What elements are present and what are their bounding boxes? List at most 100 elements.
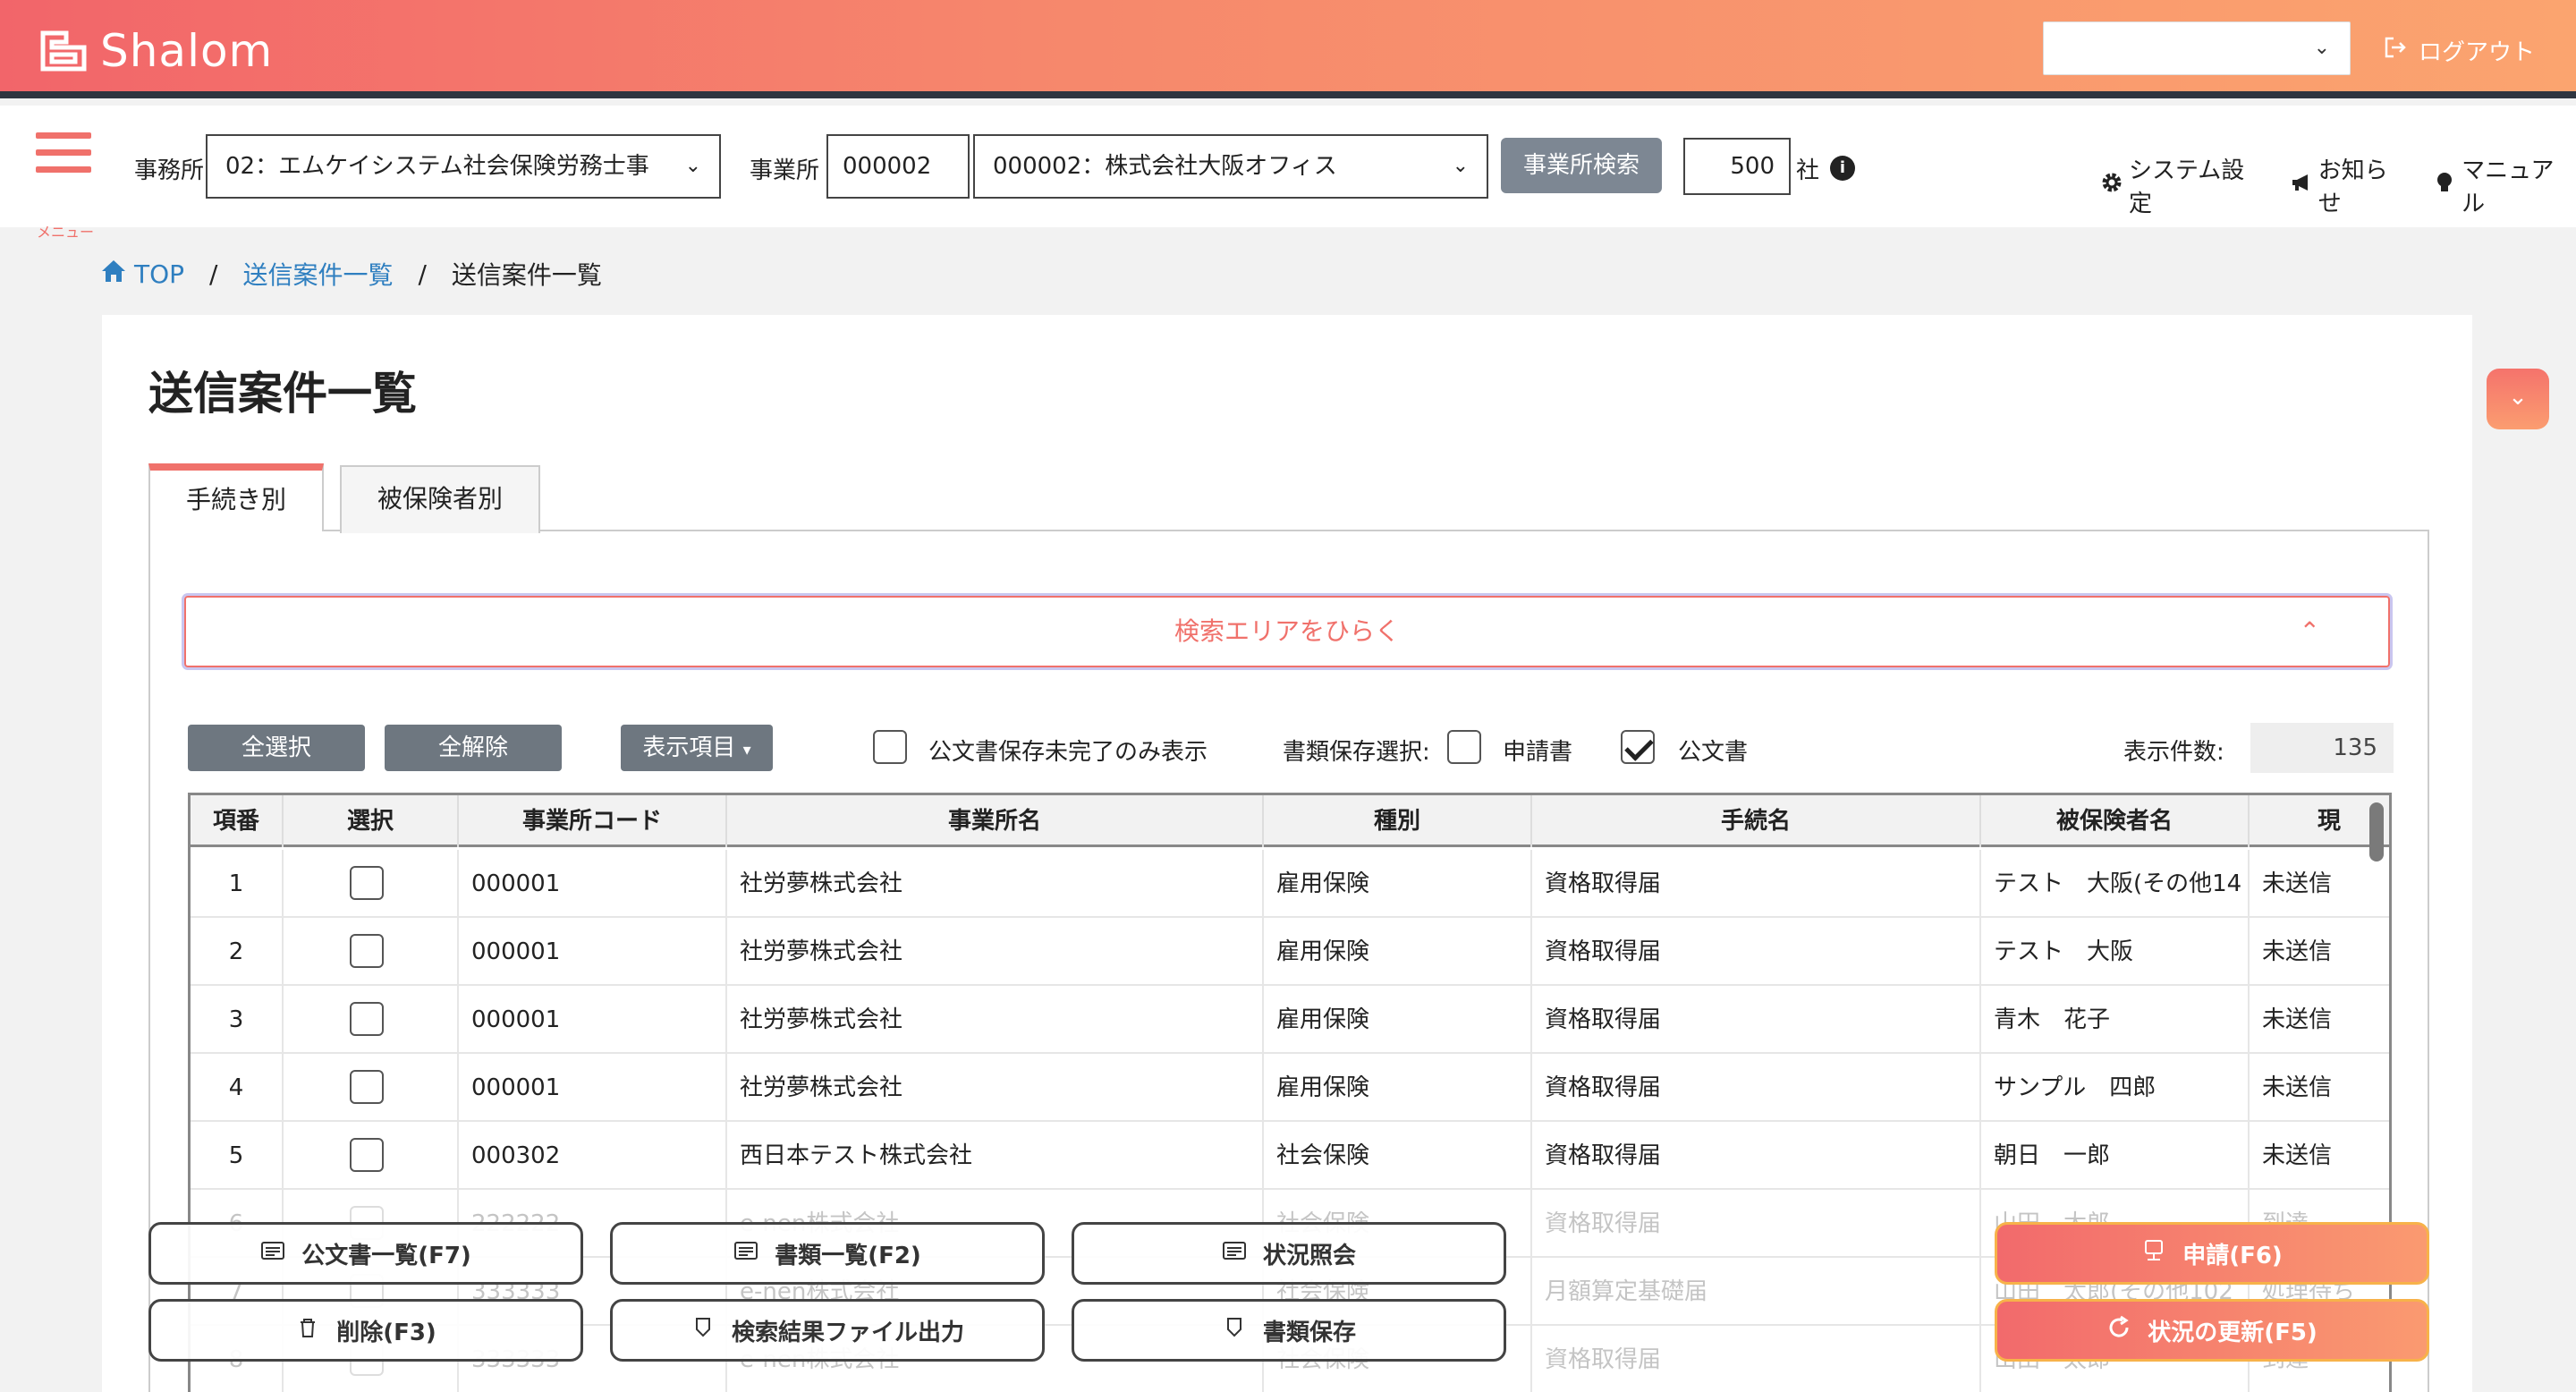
manual-label: マニュアル bbox=[2462, 157, 2555, 217]
cell-insured: テスト 大阪 bbox=[1981, 918, 2250, 986]
cell-site-name: 社労夢株式会社 bbox=[727, 850, 1264, 918]
header-procedure[interactable]: 手続名 bbox=[1532, 795, 1981, 847]
top-bar: Shalom ⌄ ログアウト bbox=[0, 0, 2576, 98]
cell-procedure: 資格取得届 bbox=[1532, 1190, 1981, 1258]
cell-insured: 青木 花子 bbox=[1981, 986, 2250, 1054]
table-header: 項番 選択 事業所コード 事業所名 種別 手続名 被保険者名 現 bbox=[191, 795, 2389, 847]
office-label: 事務所 bbox=[134, 157, 205, 184]
table-row[interactable]: 5 000302 西日本テスト株式会社 社会保険 資格取得届 朝日 一郎 未送信 bbox=[191, 1122, 2389, 1190]
deselect-all-button[interactable]: 全解除 bbox=[385, 725, 562, 771]
select-all-button[interactable]: 全選択 bbox=[188, 725, 365, 771]
header-site-name[interactable]: 事業所名 bbox=[727, 795, 1264, 847]
row-checkbox[interactable] bbox=[350, 866, 384, 900]
system-settings-link[interactable]: システム設定 bbox=[2100, 152, 2267, 218]
row-checkbox[interactable] bbox=[350, 1138, 384, 1172]
application-label: 申請書 bbox=[1503, 739, 1573, 766]
home-icon bbox=[100, 259, 127, 290]
official-doc-list-button[interactable]: 公文書一覧(F7) bbox=[148, 1222, 583, 1285]
cell-no: 2 bbox=[191, 918, 284, 986]
cell-site-code: 000001 bbox=[459, 1054, 727, 1122]
company-unit: 社 bbox=[1796, 157, 1820, 184]
breadcrumb-link[interactable]: 送信案件一覧 bbox=[242, 256, 393, 292]
doc-save-button[interactable]: 書類保存 bbox=[1072, 1299, 1506, 1362]
breadcrumb-home[interactable]: TOP bbox=[100, 259, 184, 290]
status-inquiry-button[interactable]: 状況照会 bbox=[1072, 1222, 1506, 1285]
cell-procedure: 資格取得届 bbox=[1532, 1122, 1981, 1190]
row-checkbox[interactable] bbox=[350, 1002, 384, 1036]
manual-link[interactable]: マニュアル bbox=[2433, 152, 2576, 218]
cell-site-name: 社労夢株式会社 bbox=[727, 918, 1264, 986]
breadcrumb-separator: / bbox=[418, 259, 427, 289]
table-scrollbar[interactable] bbox=[2369, 802, 2384, 862]
table-row[interactable]: 1 000001 社労夢株式会社 雇用保険 資格取得届 テスト 大阪(その他14… bbox=[191, 850, 2389, 918]
company-count-input[interactable]: 500 bbox=[1683, 138, 1791, 195]
display-items-button[interactable]: 表示項目 ▾ bbox=[621, 725, 773, 771]
cell-procedure: 資格取得届 bbox=[1532, 986, 1981, 1054]
doc-list-button[interactable]: 書類一覧(F2) bbox=[610, 1222, 1045, 1285]
doc-list-label: 書類一覧(F2) bbox=[775, 1242, 921, 1269]
cell-procedure: 資格取得届 bbox=[1532, 1054, 1981, 1122]
tab-by-insured[interactable]: 被保険者別 bbox=[340, 465, 540, 533]
cell-insured: テスト 大阪(その他14 bbox=[1981, 850, 2250, 918]
page-title: 送信案件一覧 bbox=[148, 368, 417, 420]
apply-label: 申請(F6) bbox=[2182, 1242, 2283, 1269]
cell-status: 未送信 bbox=[2250, 1122, 2389, 1190]
only-incomplete-checkbox[interactable] bbox=[873, 730, 907, 764]
display-items-label: 表示項目 bbox=[642, 734, 736, 761]
header-category[interactable]: 種別 bbox=[1264, 795, 1532, 847]
logout-label: ログアウト bbox=[2419, 39, 2536, 66]
site-code-input[interactable]: 000002 bbox=[826, 134, 970, 199]
header-select[interactable]: 選択 bbox=[284, 795, 459, 847]
row-checkbox[interactable] bbox=[350, 934, 384, 968]
office-select[interactable]: 02：エムケイシステム社会保険労務士事 ⌄ bbox=[206, 134, 721, 199]
menu-button[interactable]: メニュー bbox=[36, 132, 94, 241]
row-checkbox[interactable] bbox=[350, 1070, 384, 1104]
refresh-status-button[interactable]: 状況の更新(F5) bbox=[1995, 1299, 2429, 1362]
application-checkbox[interactable] bbox=[1447, 730, 1481, 764]
header-insured[interactable]: 被保険者名 bbox=[1981, 795, 2250, 847]
delete-label: 削除(F3) bbox=[336, 1319, 436, 1346]
cell-category: 雇用保険 bbox=[1264, 850, 1532, 918]
hamburger-icon-bar bbox=[36, 166, 91, 173]
export-results-label: 検索結果ファイル出力 bbox=[731, 1319, 964, 1346]
cell-no: 5 bbox=[191, 1122, 284, 1190]
search-area-toggle[interactable]: 検索エリアをひらく ⌃ bbox=[184, 596, 2390, 667]
doc-save-label: 書類保存選択: bbox=[1283, 739, 1430, 766]
header-site-code[interactable]: 事業所コード bbox=[459, 795, 727, 847]
cell-category: 雇用保険 bbox=[1264, 1054, 1532, 1122]
tab-by-procedure[interactable]: 手続き別 bbox=[148, 463, 324, 531]
official-doc-checkbox[interactable] bbox=[1621, 730, 1655, 764]
header-no[interactable]: 項番 bbox=[191, 795, 284, 847]
refresh-status-label: 状況の更新(F5) bbox=[2148, 1319, 2318, 1346]
site-search-button[interactable]: 事業所検索 bbox=[1501, 138, 1662, 193]
cell-site-code: 000302 bbox=[459, 1122, 727, 1190]
caret-down-icon: ▾ bbox=[742, 741, 751, 760]
scroll-down-button[interactable]: ⌄ bbox=[2487, 369, 2549, 429]
cell-site-code: 000001 bbox=[459, 918, 727, 986]
breadcrumb-top: TOP bbox=[134, 259, 185, 289]
cell-insured: 朝日 一郎 bbox=[1981, 1122, 2250, 1190]
menu-label: メニュー bbox=[36, 224, 94, 241]
apply-button[interactable]: 申請(F6) bbox=[1995, 1222, 2429, 1285]
cell-site-name: 西日本テスト株式会社 bbox=[727, 1122, 1264, 1190]
table-row[interactable]: 2 000001 社労夢株式会社 雇用保険 資格取得届 テスト 大阪 未送信 bbox=[191, 918, 2389, 986]
site-select-value: 000002：株式会社大阪オフィス bbox=[993, 153, 1337, 180]
site-label: 事業所 bbox=[750, 157, 820, 184]
cell-category: 社会保険 bbox=[1264, 1122, 1532, 1190]
cell-insured: サンプル 四郎 bbox=[1981, 1054, 2250, 1122]
cell-site-code: 000001 bbox=[459, 986, 727, 1054]
download-icon bbox=[691, 1315, 716, 1346]
list-icon bbox=[260, 1238, 285, 1269]
notice-link[interactable]: お知らせ bbox=[2290, 152, 2410, 218]
cell-status: 未送信 bbox=[2250, 986, 2389, 1054]
delete-button[interactable]: 削除(F3) bbox=[148, 1299, 583, 1362]
export-results-button[interactable]: 検索結果ファイル出力 bbox=[610, 1299, 1045, 1362]
count-value: 135 bbox=[2250, 723, 2394, 773]
site-select[interactable]: 000002：株式会社大阪オフィス ⌄ bbox=[973, 134, 1488, 199]
table-row[interactable]: 4 000001 社労夢株式会社 雇用保険 資格取得届 サンプル 四郎 未送信 bbox=[191, 1054, 2389, 1122]
table-row[interactable]: 3 000001 社労夢株式会社 雇用保険 資格取得届 青木 花子 未送信 bbox=[191, 986, 2389, 1054]
info-icon[interactable]: i bbox=[1830, 156, 1855, 181]
logo-text: Shalom bbox=[100, 25, 274, 77]
logout-link[interactable]: ログアウト bbox=[2383, 34, 2535, 67]
top-select[interactable]: ⌄ bbox=[2043, 21, 2351, 75]
